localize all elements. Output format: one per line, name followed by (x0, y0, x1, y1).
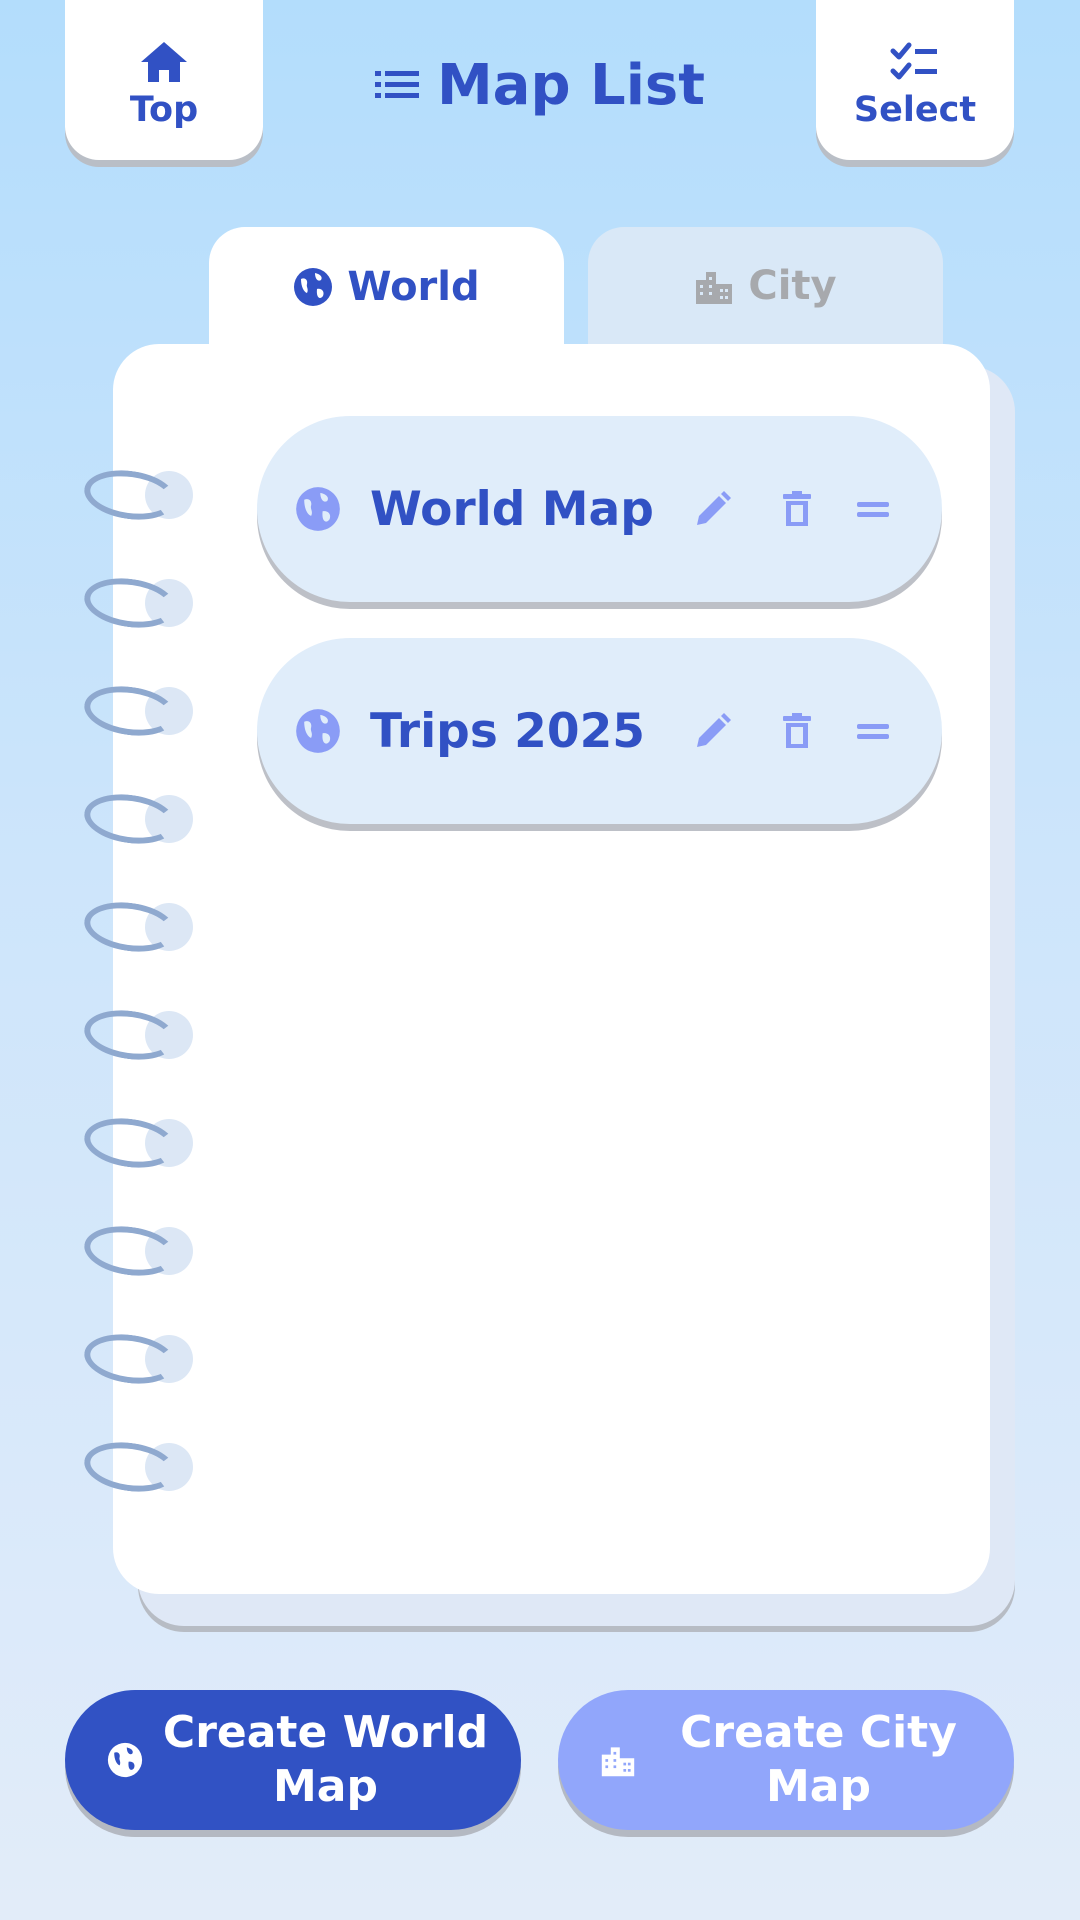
trash-icon[interactable] (777, 489, 817, 529)
tab-world[interactable]: World (209, 227, 564, 347)
globe-icon (294, 268, 333, 306)
trash-icon[interactable] (777, 711, 817, 751)
select-button-label: Select (853, 90, 977, 130)
checklist-icon (890, 42, 937, 80)
pencil-icon[interactable] (693, 489, 733, 529)
tab-city-label: City (748, 263, 837, 309)
create-city-map-label: Create City Map (680, 1707, 957, 1812)
globe-icon (107, 1742, 143, 1778)
map-list-item[interactable]: Trips 2025 (257, 638, 942, 824)
pencil-icon[interactable] (693, 711, 733, 751)
map-name: Trips 2025 (370, 703, 645, 759)
create-city-map-button[interactable]: Create City Map (558, 1690, 1014, 1830)
select-button[interactable]: Select (816, 0, 1014, 160)
tab-city[interactable]: City (588, 227, 943, 345)
tab-world-label: World (347, 264, 480, 310)
map-name: World Map (370, 481, 654, 537)
drag-handle-icon[interactable] (853, 489, 893, 529)
globe-icon (296, 709, 340, 753)
city-icon (696, 272, 733, 304)
city-icon (601, 1747, 635, 1777)
create-world-map-label: Create World Map (162, 1707, 489, 1812)
map-list-item[interactable]: World Map (257, 416, 942, 602)
globe-icon (296, 487, 340, 531)
list-icon (374, 71, 419, 98)
page-title-text: Map List (436, 52, 706, 118)
create-world-map-button[interactable]: Create World Map (65, 1690, 521, 1830)
drag-handle-icon[interactable] (853, 711, 893, 751)
